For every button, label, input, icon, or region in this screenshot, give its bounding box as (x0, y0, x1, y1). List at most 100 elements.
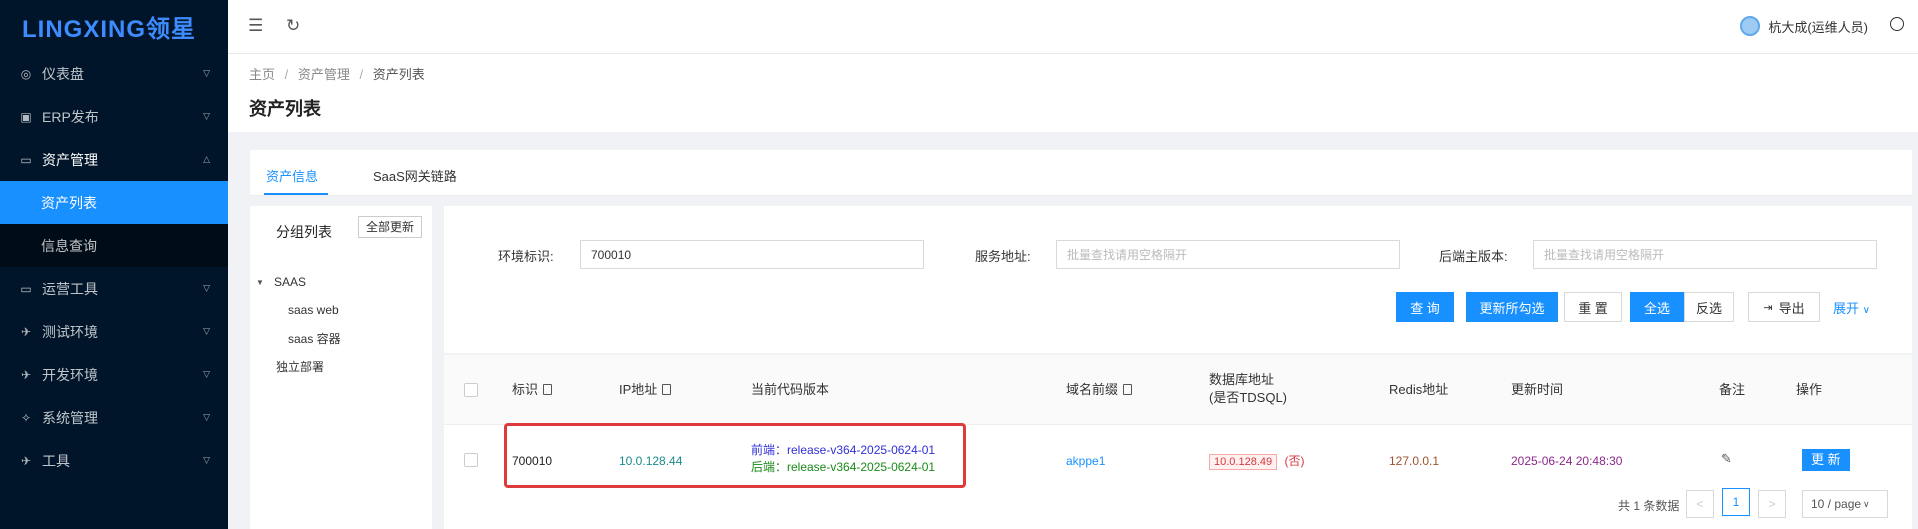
group-tree: ▼ SAAS saas web saas 容器 独立部署 (256, 268, 341, 380)
service-label: 服务地址: (975, 249, 1031, 264)
breadcrumb-home[interactable]: 主页 (249, 67, 275, 82)
page-size-select[interactable]: 10 / page ∨ (1802, 490, 1888, 518)
export-label: 导出 (1778, 300, 1805, 316)
app-logo: LINGXING领星 (22, 15, 197, 43)
edit-icon[interactable]: ✎ (1721, 451, 1732, 467)
user-menu[interactable]: 杭大成(运维人员) (1740, 16, 1868, 36)
cell-db: 10.0.128.49 (否) (1209, 452, 1304, 470)
env-input[interactable] (580, 240, 924, 269)
copy-icon[interactable] (1123, 384, 1133, 395)
globe-icon[interactable] (1890, 17, 1904, 31)
chevron-down-icon: ▽ (203, 111, 210, 121)
cell-updated: 2025-06-24 20:48:30 (1511, 454, 1623, 468)
invert-selection-button[interactable]: 反选 (1684, 292, 1734, 322)
sidebar-item-label: ERP发布 (42, 108, 99, 125)
copy-icon[interactable] (662, 384, 672, 395)
sidebar-item-asset-list[interactable]: 资产列表 (0, 181, 228, 224)
reset-button[interactable]: 重 置 (1564, 292, 1622, 322)
sidebar-item-tools[interactable]: ✈ 工具 ▽ (0, 439, 228, 482)
chevron-down-icon: ▽ (203, 455, 210, 465)
column-db-label: 数据库地址 (1209, 372, 1275, 387)
column-ip-label: IP地址 (619, 382, 658, 397)
pin-icon: ✧ (20, 410, 32, 425)
tab-saas-gateway[interactable]: SaaS网关链路 (373, 166, 457, 185)
sidebar-item-erp[interactable]: ▣ ERP发布 ▽ (0, 95, 228, 138)
column-version: 当前代码版本 (751, 382, 830, 397)
column-ip: IP地址 (619, 381, 672, 399)
tools-icon: ▭ (20, 281, 32, 296)
tree-node-saas-container[interactable]: saas 容器 (256, 324, 341, 352)
menu-fold-icon[interactable]: ☰ (248, 16, 263, 36)
caret-down-icon: ▼ (256, 277, 264, 287)
copy-icon[interactable] (543, 384, 553, 395)
sidebar-item-label: 资产管理 (42, 151, 98, 168)
column-db: 数据库地址 (是否TDSQL) (1209, 371, 1287, 407)
breadcrumb-current: 资产列表 (372, 67, 425, 82)
chevron-down-icon: ▽ (203, 283, 210, 293)
group-panel: 分组列表 全部更新 ▼ SAAS saas web saas 容器 独立部署 (250, 206, 432, 529)
sidebar-item-label: 仪表盘 (42, 65, 84, 82)
breadcrumb-separator: / (359, 67, 364, 82)
page-size-value: 10 / page (1811, 497, 1862, 511)
page-1-button[interactable]: 1 (1722, 488, 1750, 516)
rocket-icon: ✈ (20, 453, 32, 468)
chevron-down-icon: ∨ (1862, 305, 1870, 316)
sidebar-item-label: 工具 (42, 452, 70, 469)
chevron-down-icon: ▽ (203, 369, 210, 379)
sidebar-item-info-query[interactable]: 信息查询 (0, 224, 228, 267)
column-db-sublabel: (是否TDSQL) (1209, 390, 1288, 405)
tree-node-saas-web[interactable]: saas web (256, 296, 341, 324)
asset-submenu: 资产列表 信息查询 (0, 181, 228, 267)
chevron-down-icon: ▽ (203, 68, 210, 78)
breadcrumb-assets[interactable]: 资产管理 (298, 67, 350, 82)
backend-version-label: 后端主版本: (1439, 249, 1508, 264)
sidebar-item-label: 系统管理 (42, 409, 98, 426)
tab-bar: 资产信息 SaaS网关链路 (250, 150, 1912, 196)
sidebar-item-dashboard[interactable]: ◎ 仪表盘 ▽ (0, 52, 228, 95)
tdsql-flag: (否) (1284, 454, 1305, 468)
tree-node-saas[interactable]: ▼ SAAS (256, 268, 341, 296)
sidebar-item-system[interactable]: ✧ 系统管理 ▽ (0, 396, 228, 439)
update-selected-button[interactable]: 更新所勾选 (1466, 292, 1558, 322)
sidebar-item-dev-env[interactable]: ✈ 开发环境 ▽ (0, 353, 228, 396)
select-all-checkbox[interactable] (464, 383, 478, 397)
select-all-button[interactable]: 全选 (1630, 292, 1684, 322)
column-domain: 域名前缀 (1066, 381, 1133, 399)
column-updated: 更新时间 (1511, 382, 1564, 397)
sidebar-item-assets[interactable]: ▭ 资产管理 △ (0, 138, 228, 181)
page-header: 主页 / 资产管理 / 资产列表 资产列表 (228, 54, 1918, 132)
prev-page-button[interactable]: < (1686, 490, 1714, 518)
env-label: 环境标识: (498, 249, 554, 264)
column-action: 操作 (1796, 382, 1823, 397)
column-id: 标识 (512, 381, 553, 399)
dashboard-icon: ◎ (20, 66, 32, 81)
query-button[interactable]: 查 询 (1396, 292, 1454, 322)
row-update-button[interactable]: 更 新 (1802, 449, 1850, 471)
tree-node-label: SAAS (274, 275, 307, 289)
page-title: 资产列表 (249, 99, 321, 119)
chevron-down-icon: ▽ (203, 412, 210, 422)
tab-asset-info[interactable]: 资产信息 (266, 166, 318, 185)
export-icon: ⇥ (1763, 301, 1773, 314)
cell-domain[interactable]: akppe1 (1066, 454, 1105, 468)
sidebar-item-test-env[interactable]: ✈ 测试环境 ▽ (0, 310, 228, 353)
export-button[interactable]: ⇥ 导出 (1748, 292, 1820, 322)
main-content: 资产信息 SaaS网关链路 分组列表 全部更新 ▼ SAAS saas web … (250, 150, 1912, 529)
release-icon: ▣ (20, 109, 32, 124)
tree-node-standalone[interactable]: 独立部署 (256, 352, 341, 380)
next-page-button[interactable]: > (1758, 490, 1786, 518)
highlight-box (504, 423, 966, 488)
asset-icon: ▭ (20, 152, 32, 167)
service-input[interactable] (1056, 240, 1400, 269)
rocket-icon: ✈ (20, 324, 32, 339)
top-header: ☰ ↻ 杭大成(运维人员) (228, 0, 1918, 54)
expand-link[interactable]: 展开 ∨ (1833, 298, 1870, 317)
expand-label: 展开 (1833, 301, 1860, 316)
update-all-button[interactable]: 全部更新 (358, 216, 423, 238)
row-checkbox[interactable] (464, 453, 478, 467)
backend-version-input[interactable] (1533, 240, 1877, 269)
refresh-icon[interactable]: ↻ (286, 16, 300, 36)
sidebar-item-label: 运营工具 (42, 280, 98, 297)
table-header: 标识 IP地址 当前代码版本 域名前缀 数据库地址 (是否TDSQL) Redis… (444, 355, 1912, 425)
sidebar-item-ops-tools[interactable]: ▭ 运营工具 ▽ (0, 267, 228, 310)
